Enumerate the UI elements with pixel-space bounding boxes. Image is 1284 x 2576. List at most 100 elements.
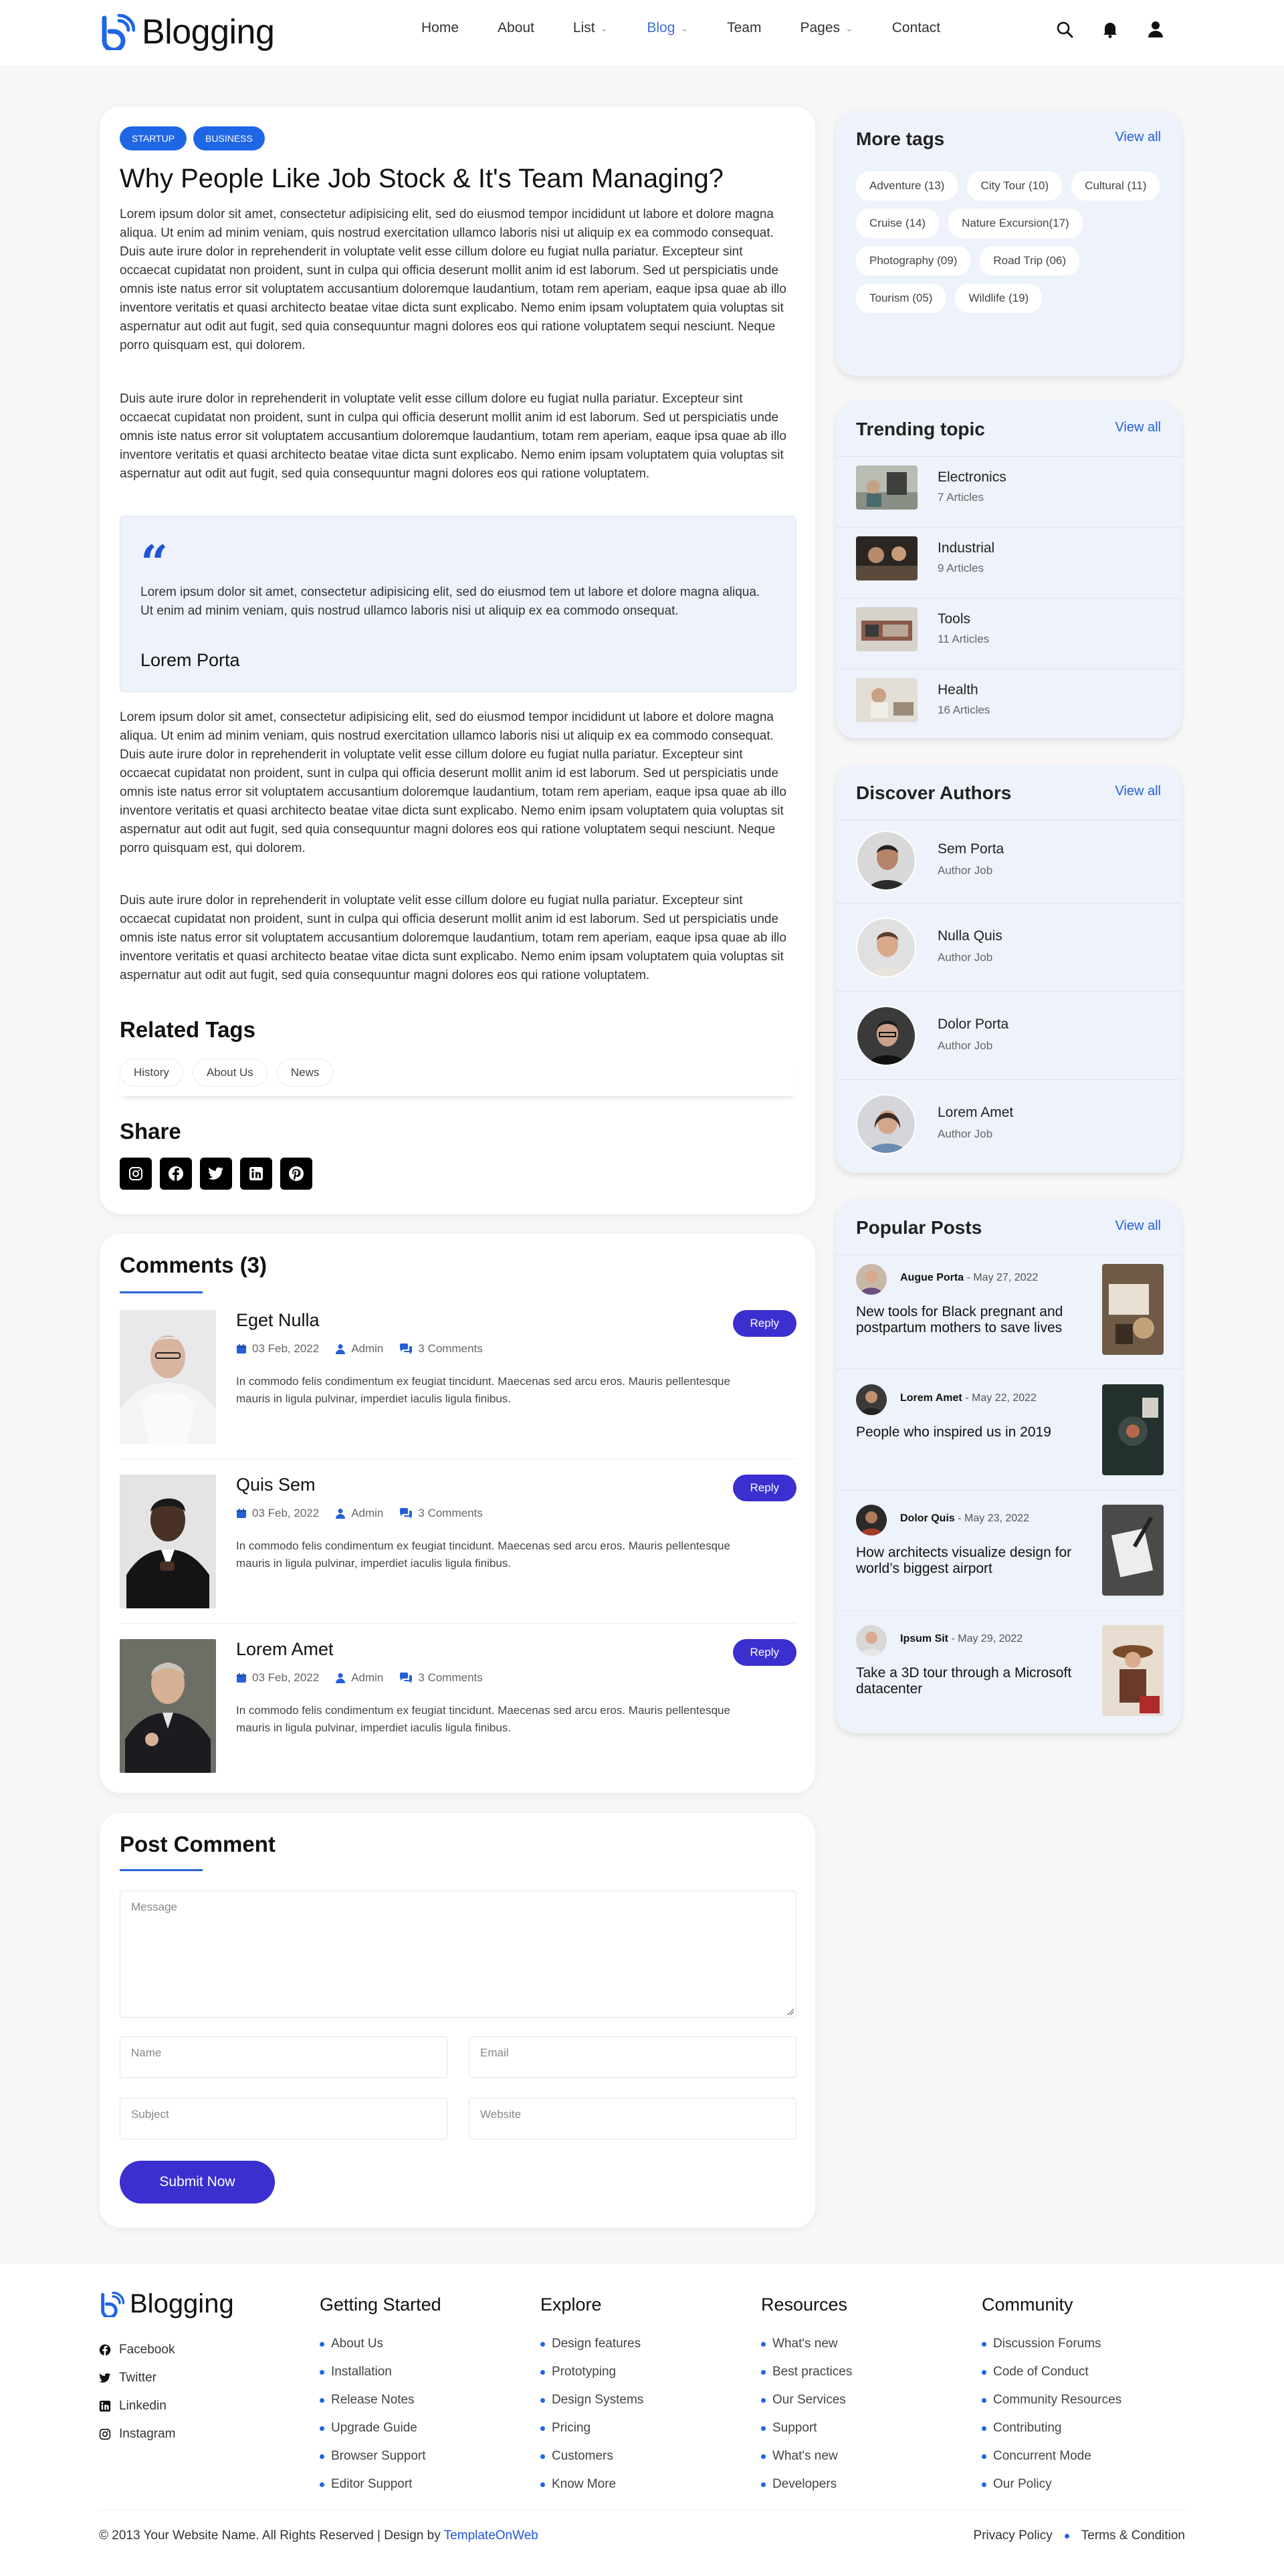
- footer-link[interactable]: About Us: [320, 2330, 441, 2358]
- pinterest-icon[interactable]: [280, 1158, 312, 1190]
- comments-icon: [400, 1673, 413, 1683]
- view-all-link[interactable]: View all: [1115, 784, 1161, 799]
- footer-link[interactable]: Our Policy: [982, 2470, 1121, 2498]
- footer-link[interactable]: Best practices: [761, 2358, 852, 2386]
- tag-chip[interactable]: Adventure (13): [856, 171, 958, 201]
- tag-chip[interactable]: Cruise (14): [856, 209, 940, 238]
- footer-link[interactable]: What's new: [761, 2442, 852, 2470]
- website-field[interactable]: Website: [469, 2098, 796, 2139]
- subject-field[interactable]: Subject: [120, 2098, 447, 2139]
- message-field[interactable]: Message: [120, 1891, 796, 2018]
- nav-about[interactable]: About: [498, 20, 534, 36]
- author-item[interactable]: Nulla Quis Author Job: [856, 918, 1164, 979]
- footer-link[interactable]: Our Services: [761, 2386, 852, 2414]
- resize-handle-icon[interactable]: [786, 2008, 794, 2016]
- footer-link[interactable]: Design features: [540, 2330, 643, 2358]
- twitter-icon[interactable]: [200, 1158, 232, 1190]
- footer-link[interactable]: Design Systems: [540, 2386, 643, 2414]
- footer-link[interactable]: Browser Support: [320, 2442, 441, 2470]
- footer-link[interactable]: What's new: [761, 2330, 852, 2358]
- footer-linkedin[interactable]: Linkedin: [99, 2392, 175, 2420]
- view-all-link[interactable]: View all: [1115, 420, 1161, 435]
- tag-history[interactable]: History: [120, 1059, 183, 1087]
- footer-instagram[interactable]: Instagram: [99, 2420, 175, 2448]
- nav-team[interactable]: Team: [727, 20, 761, 36]
- view-all-link[interactable]: View all: [1115, 1218, 1161, 1234]
- footer-link[interactable]: Community Resources: [982, 2386, 1121, 2414]
- popular-posts-title: Popular Posts: [856, 1217, 982, 1238]
- facebook-icon[interactable]: [160, 1158, 192, 1190]
- tag-chip[interactable]: City Tour (10): [967, 171, 1063, 201]
- tag-chip[interactable]: Road Trip (06): [980, 246, 1080, 276]
- footer-column-getting-started: Getting Started About Us Installation Re…: [320, 2294, 441, 2498]
- instagram-icon[interactable]: [120, 1158, 152, 1190]
- tag-chip[interactable]: Photography (09): [856, 246, 971, 276]
- footer-link[interactable]: Editor Support: [320, 2470, 441, 2498]
- footer-link[interactable]: Customers: [540, 2442, 643, 2470]
- footer-facebook[interactable]: Facebook: [99, 2336, 175, 2364]
- user-icon[interactable]: [1146, 20, 1165, 39]
- author-item[interactable]: Lorem Amet Author Job: [856, 1094, 1164, 1156]
- popular-post-item[interactable]: Ipsum Sit - May 29, 2022 Take a 3D tour …: [856, 1625, 1164, 1716]
- footer-link[interactable]: Developers: [761, 2470, 852, 2498]
- social-label: Twitter: [119, 2371, 156, 2385]
- submit-button[interactable]: Submit Now: [120, 2161, 275, 2204]
- commenter-name: Eget Nulla: [236, 1310, 320, 1330]
- divider: [836, 1079, 1181, 1080]
- post-thumbnail: [1102, 1625, 1164, 1716]
- footer-link[interactable]: Upgrade Guide: [320, 2414, 441, 2442]
- footer-column-resources: Resources What's new Best practices Our …: [761, 2294, 852, 2498]
- footer-link[interactable]: Know More: [540, 2470, 643, 2498]
- search-icon[interactable]: [1055, 20, 1074, 39]
- footer-link[interactable]: Code of Conduct: [982, 2358, 1121, 2386]
- footer-link[interactable]: Support: [761, 2414, 852, 2442]
- blockquote: “ Lorem ipsum dolor sit amet, consectetu…: [120, 516, 796, 692]
- bell-icon[interactable]: [1101, 20, 1119, 39]
- author-item[interactable]: Dolor Porta Author Job: [856, 1006, 1164, 1067]
- footer-twitter[interactable]: Twitter: [99, 2364, 175, 2392]
- author-item[interactable]: Sem Porta Author Job: [856, 831, 1164, 892]
- tag-about-us[interactable]: About Us: [192, 1059, 268, 1087]
- trending-item[interactable]: Tools 11 Articles: [856, 607, 1164, 651]
- trending-item[interactable]: Electronics 7 Articles: [856, 465, 1164, 510]
- trending-item[interactable]: Industrial 9 Articles: [856, 536, 1164, 580]
- footer-link[interactable]: Release Notes: [320, 2386, 441, 2414]
- logo[interactable]: Blogging: [99, 12, 275, 52]
- badge-business[interactable]: BUSINESS: [193, 126, 265, 150]
- nav-blog[interactable]: Blog ⌄: [647, 20, 688, 36]
- view-all-link[interactable]: View all: [1115, 130, 1161, 145]
- name-field[interactable]: Name: [120, 2036, 447, 2078]
- avatar: [856, 1264, 887, 1295]
- footer-link[interactable]: Contributing: [982, 2414, 1121, 2442]
- reply-button[interactable]: Reply: [732, 1639, 796, 1666]
- footer-link[interactable]: Concurrent Mode: [982, 2442, 1121, 2470]
- badge-startup[interactable]: STARTUP: [120, 126, 187, 150]
- terms-link[interactable]: Terms & Condition: [1081, 2529, 1185, 2543]
- nav-home[interactable]: Home: [421, 20, 459, 36]
- trending-item[interactable]: Health 16 Articles: [856, 678, 1164, 722]
- footer-link[interactable]: Discussion Forums: [982, 2330, 1121, 2358]
- bullet-icon: [982, 2426, 986, 2431]
- reply-button[interactable]: Reply: [732, 1475, 796, 1501]
- reply-button[interactable]: Reply: [732, 1310, 796, 1337]
- privacy-policy-link[interactable]: Privacy Policy: [974, 2529, 1053, 2543]
- tag-news[interactable]: News: [276, 1059, 334, 1087]
- nav-contact[interactable]: Contact: [892, 20, 940, 36]
- linkedin-icon[interactable]: [240, 1158, 272, 1190]
- popular-post-item[interactable]: Augue Porta - May 27, 2022 New tools for…: [856, 1264, 1164, 1355]
- nav-list[interactable]: List ⌄: [573, 20, 608, 36]
- tag-chip[interactable]: Tourism (05): [856, 284, 946, 313]
- email-field[interactable]: Email: [469, 2036, 796, 2078]
- tag-chip[interactable]: Wildlife (19): [955, 284, 1043, 313]
- tag-chip[interactable]: Cultural (11): [1071, 171, 1160, 201]
- footer-link[interactable]: Prototyping: [540, 2358, 643, 2386]
- popular-post-item[interactable]: Dolor Quis - May 23, 2022 How architects…: [856, 1505, 1164, 1596]
- footer-link-label: Editor Support: [331, 2477, 413, 2491]
- nav-pages[interactable]: Pages ⌄: [800, 20, 853, 36]
- footer-link[interactable]: Pricing: [540, 2414, 643, 2442]
- tag-chip[interactable]: Nature Excursion(17): [948, 209, 1083, 238]
- footer-link[interactable]: Installation: [320, 2358, 441, 2386]
- popular-post-item[interactable]: Lorem Amet - May 22, 2022 People who ins…: [856, 1384, 1164, 1475]
- footer-logo[interactable]: Blogging: [99, 2289, 234, 2319]
- designer-link[interactable]: TemplateOnWeb: [444, 2529, 538, 2543]
